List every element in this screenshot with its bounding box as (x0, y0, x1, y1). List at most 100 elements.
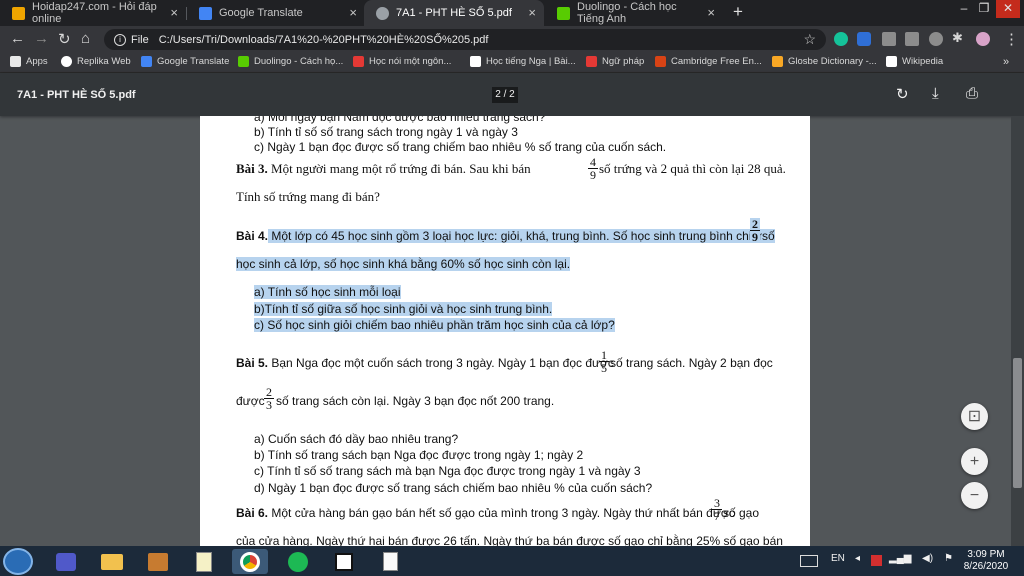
menu-kebab-icon[interactable]: ⋮ (1004, 30, 1019, 48)
close-tab-icon[interactable]: × (528, 5, 536, 20)
apps-grid-icon (10, 56, 21, 67)
tab-title: 7A1 - PHT HÈ SỐ 5.pdf (396, 7, 512, 19)
profile-avatar[interactable] (976, 32, 990, 46)
zpc-extension-icon[interactable] (857, 32, 871, 46)
exercise-text: số trang sách. Ngày 2 bạn đọc (610, 356, 773, 370)
taskbar-spotify[interactable] (280, 549, 316, 574)
extensions-puzzle-icon[interactable]: ✱ (952, 30, 963, 46)
exercise-text: Một lớp có 45 học sinh gồm 3 loại học lự… (268, 229, 769, 243)
antivirus-icon[interactable] (871, 555, 882, 566)
close-tab-icon[interactable]: × (170, 5, 178, 20)
bookmark-duolingo[interactable]: Duolingo - Cách họ... (238, 56, 343, 67)
address-url[interactable]: C:/Users/Tri/Downloads/7A1%20-%20PHT%20H… (159, 34, 489, 46)
bookmark-label: Duolingo - Cách họ... (254, 56, 344, 67)
taskbar-explorer[interactable] (94, 549, 130, 574)
pdf-toolbar: 7A1 - PHT HÈ SỐ 5.pdf 2 / 2 ↻ ⤓ ⎙ (0, 73, 1024, 116)
taskbar-tools[interactable] (140, 549, 176, 574)
list-item: b) Tính tỉ số số trang sách trong ngày 1… (254, 125, 518, 139)
mail-extension-icon[interactable] (882, 32, 896, 46)
address-bar[interactable]: i File C:/Users/Tri/Downloads/7A1%20-%20… (104, 29, 826, 50)
taskbar-document[interactable] (372, 549, 408, 574)
list-item: c) Tính tỉ số số trang sách mà bạn Nga đ… (254, 464, 641, 478)
grammarly-extension-icon[interactable] (834, 32, 848, 46)
folder-icon (101, 553, 123, 570)
taskbar-chrome[interactable] (232, 549, 268, 574)
z-extension-icon[interactable] (905, 32, 919, 46)
list-item: a) Cuốn sách đó dầy bao nhiêu trang? (254, 432, 459, 446)
fraction: 49 (588, 155, 598, 182)
tab-pdf[interactable]: 7A1 - PHT HÈ SỐ 5.pdf × (364, 0, 544, 26)
exercise-text: Một người mang một rổ trứng đi bán. Sau … (267, 161, 531, 176)
bookmark-cambridge[interactable]: Cambridge Free En... (655, 56, 762, 67)
bookmark-label: Học nói một ngôn... (369, 56, 452, 67)
google-translate-icon (141, 56, 152, 67)
fit-to-page-button[interactable]: ⊡ (961, 403, 988, 430)
bookmark-star-icon[interactable]: ☆ (803, 31, 816, 48)
list-item: d) Ngày 1 bạn đọc được số trang sách chi… (254, 481, 653, 495)
bookmark-glosbe[interactable]: Glosbe Dictionary -... (772, 56, 877, 67)
scrollbar-thumb[interactable] (1013, 358, 1022, 488)
reload-icon[interactable]: ↻ (58, 30, 71, 48)
duolingo-favicon-icon (557, 6, 570, 20)
bookmarks-overflow-icon[interactable]: » (1003, 56, 1009, 68)
fraction: 37 (712, 496, 722, 523)
close-tab-icon[interactable]: × (349, 5, 357, 20)
list-item: c) Số học sinh giỏi chiếm bao nhiêu phần… (254, 318, 615, 332)
keyboard-icon[interactable] (800, 555, 818, 567)
bookmark-hoc-tieng-nga[interactable]: Học tiếng Nga | Bài... (470, 56, 576, 67)
zoom-in-button[interactable]: + (961, 448, 988, 475)
page-indicator[interactable]: 2 / 2 (492, 87, 518, 103)
language-indicator[interactable]: EN (831, 553, 845, 564)
list-item: b)Tính tỉ số giữa số học sinh giỏi và họ… (254, 302, 553, 316)
tray-chevron-icon[interactable]: ◂ (855, 553, 860, 564)
replika-icon (61, 56, 72, 67)
minimize-button[interactable]: – (954, 0, 974, 18)
exercise-3-line1: Bài 3. Một người mang một rổ trứng đi bá… (236, 162, 531, 176)
bookmark-ngu-phap[interactable]: Ngữ pháp (586, 56, 644, 67)
forward-arrow-icon[interactable]: → (34, 30, 49, 47)
bookmark-apps[interactable]: Apps (10, 56, 48, 67)
print-icon[interactable]: ⎙ (966, 85, 978, 102)
tab-title: Duolingo - Cách học Tiếng Anh (577, 1, 677, 25)
network-icon[interactable]: ▂▄▆ (889, 553, 911, 564)
document-icon (382, 552, 398, 571)
mask-extension-icon[interactable] (929, 32, 943, 46)
exercise-4-line1: Bài 4. Một lớp có 45 học sinh gồm 3 loại… (236, 229, 769, 243)
zoom-out-button[interactable]: − (961, 482, 988, 509)
browser-toolbar: ← → ↻ ⌂ i File C:/Users/Tri/Downloads/7A… (0, 26, 1024, 52)
bookmark-google-translate[interactable]: Google Translate (141, 56, 229, 67)
tab-hoidap247[interactable]: Hoidap247.com - Hỏi đáp online × (0, 0, 186, 26)
bookmark-label: Ngữ pháp (602, 56, 645, 67)
exercise-text: được (236, 394, 265, 408)
notification-flag-icon[interactable]: ⚑ (944, 553, 953, 564)
download-icon[interactable]: ⤓ (932, 85, 939, 102)
info-icon[interactable]: i (114, 33, 126, 46)
bookmark-label: Cambridge Free En... (671, 56, 762, 67)
tab-duolingo[interactable]: Duolingo - Cách học Tiếng Anh × (545, 0, 723, 26)
exercise-text: số gạo (723, 506, 760, 520)
restore-button[interactable]: ❐ (974, 0, 994, 18)
home-icon[interactable]: ⌂ (81, 30, 90, 47)
start-button[interactable] (3, 548, 33, 575)
taskbar-notes[interactable] (186, 549, 222, 574)
volume-icon[interactable]: ◀) (922, 553, 933, 564)
exercise-label: Bài 4. (236, 229, 269, 243)
taskbar-notion[interactable] (326, 549, 362, 574)
exercise-text: Một cửa hàng bán gạo bán hết số gạo của … (268, 506, 735, 520)
bookmark-label: Replika Web (77, 56, 131, 67)
fraction: 23 (264, 385, 274, 412)
close-tab-icon[interactable]: × (707, 5, 715, 20)
bookmark-replika[interactable]: Replika Web (61, 56, 131, 67)
bookmark-label: Wikipedia (902, 56, 944, 67)
bookmark-hoc-noi[interactable]: Học nói một ngôn... (353, 56, 451, 67)
new-tab-button[interactable]: + (733, 2, 743, 22)
close-window-button[interactable]: ✕ (996, 0, 1020, 18)
back-arrow-icon[interactable]: ← (10, 30, 25, 47)
taskbar-teams[interactable] (48, 549, 84, 574)
exercise-text: học sinh cả lớp, số học sinh khá bằng 60… (236, 257, 571, 271)
tab-google-translate[interactable]: Google Translate × (187, 0, 365, 26)
system-clock[interactable]: 3:09 PM 8/26/2020 (960, 549, 1012, 573)
bookmark-wikipedia[interactable]: Wikipedia (886, 56, 943, 67)
pdf-title: 7A1 - PHT HÈ SỐ 5.pdf (17, 89, 136, 101)
rotate-icon[interactable]: ↻ (896, 85, 909, 103)
